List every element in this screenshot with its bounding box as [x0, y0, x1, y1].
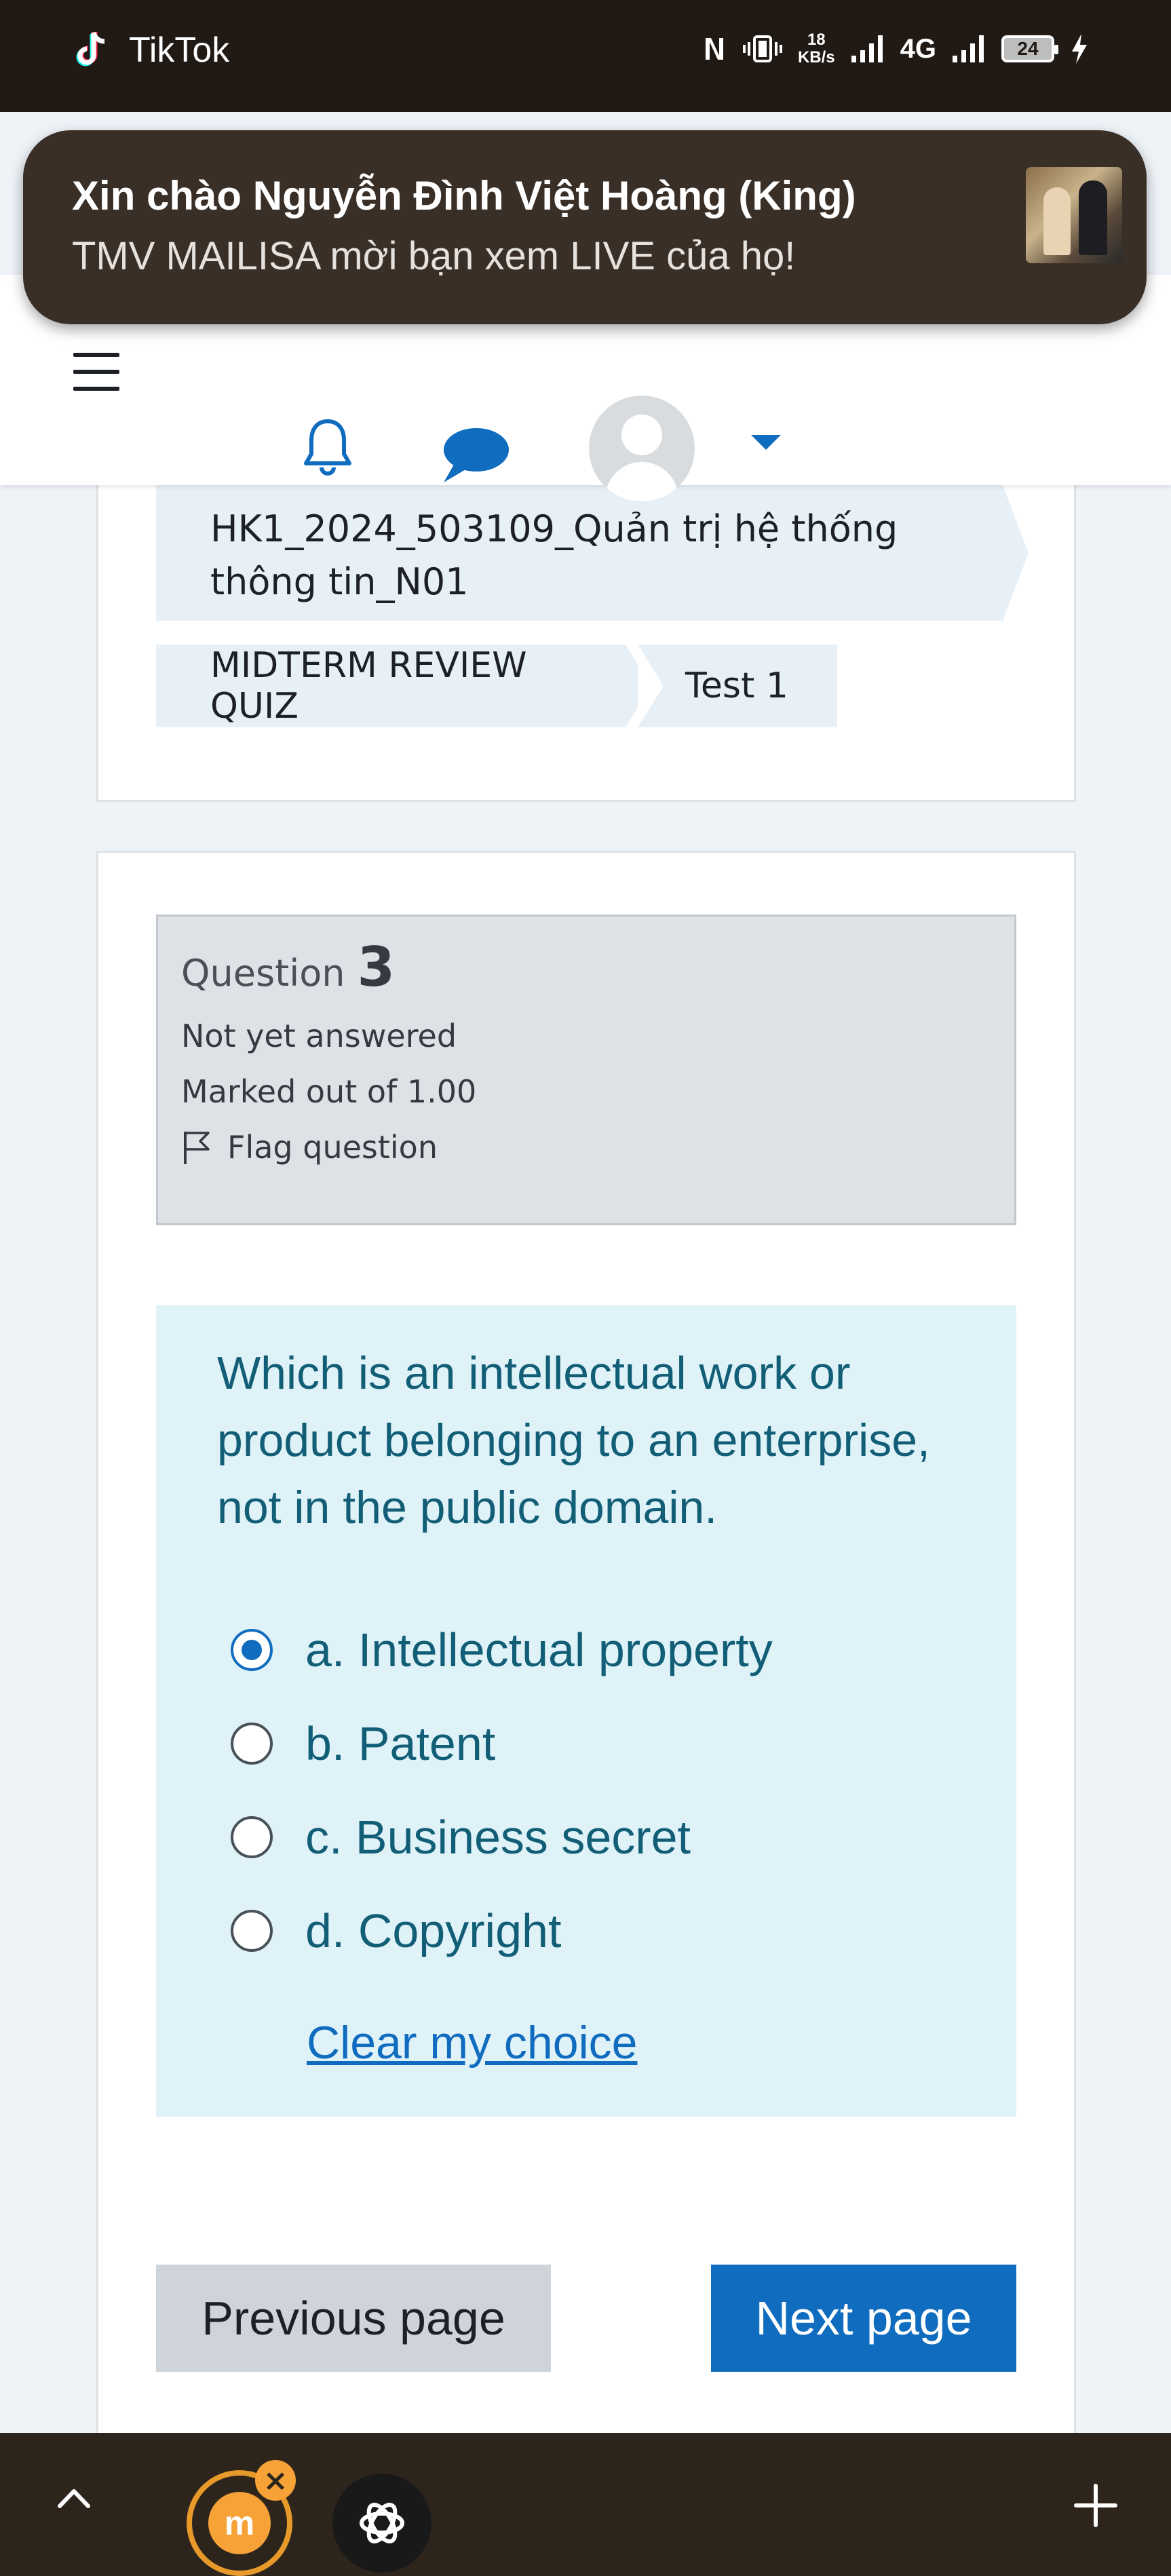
flag-question-label: Flag question: [227, 1129, 438, 1166]
chatgpt-app-bubble[interactable]: [332, 2474, 431, 2573]
previous-page-button[interactable]: Previous page: [156, 2265, 551, 2372]
answer-d-radio[interactable]: [231, 1910, 273, 1952]
clear-choice-link[interactable]: Clear my choice: [307, 2016, 638, 2069]
status-bar-right: 18 KB/s 4G 24: [702, 31, 1090, 66]
notification-thumbnail: [1026, 167, 1122, 263]
answer-a-radio[interactable]: [231, 1629, 273, 1671]
bottom-floating-bar: m ×: [0, 2433, 1171, 2576]
user-avatar[interactable]: [589, 396, 695, 501]
answer-c-radio[interactable]: [231, 1816, 273, 1858]
tiktok-icon: [76, 31, 105, 66]
thumbnail-person-2: [1079, 180, 1107, 255]
breadcrumb-attempt[interactable]: Test 1: [638, 645, 837, 727]
status-app-name: TikTok: [129, 31, 230, 70]
network-type: 4G: [900, 33, 936, 64]
notification-title: Xin chào Nguyễn Đình Việt Hoàng (King): [72, 173, 856, 218]
answer-b-label: b. Patent: [305, 1717, 496, 1770]
status-bar: TikTok 18 KB/s 4G 24: [0, 0, 1171, 112]
question-heading: Question 3: [181, 936, 991, 999]
live-notification[interactable]: Xin chào Nguyễn Đình Việt Hoàng (King) T…: [23, 130, 1147, 324]
user-menu-caret-icon[interactable]: [751, 435, 781, 450]
answer-b-radio[interactable]: [231, 1723, 273, 1765]
breadcrumb-course[interactable]: HK1_2024_503109_Quản trị hệ thống thông …: [156, 485, 1029, 621]
answer-option-d[interactable]: d. Copyright: [231, 1904, 561, 1958]
vibrate-icon: [742, 35, 782, 62]
breadcrumb-quiz[interactable]: MIDTERM REVIEW QUIZ: [156, 645, 651, 727]
thumbnail-person-1: [1043, 187, 1071, 255]
network-speed-unit: KB/s: [797, 48, 835, 66]
menu-icon[interactable]: [73, 353, 119, 391]
answer-a-label: a. Intellectual property: [305, 1623, 773, 1676]
messages-chat-icon[interactable]: [440, 424, 510, 485]
signal-icon: [851, 35, 883, 62]
next-page-button[interactable]: Next page: [711, 2265, 1016, 2372]
notifications-bell-icon[interactable]: [304, 416, 351, 478]
chatgpt-icon: [360, 2503, 404, 2543]
question-status: Not yet answered: [181, 1018, 457, 1054]
nfc-icon: [705, 38, 723, 60]
flag-question-button[interactable]: Flag question: [181, 1129, 991, 1166]
battery-level: 24: [1017, 38, 1039, 59]
network-speed: 18 KB/s: [798, 31, 835, 66]
close-bubble-icon[interactable]: ×: [255, 2460, 296, 2501]
answer-option-a[interactable]: a. Intellectual property: [231, 1623, 773, 1677]
moodle-app-icon: m: [208, 2492, 271, 2554]
charging-icon: [1072, 34, 1087, 64]
signal-2-icon: [953, 35, 984, 62]
question-info-panel: Question 3 Not yet answered Marked out o…: [156, 915, 1016, 1225]
question-label: Question: [181, 952, 345, 995]
answer-c-label: c. Business secret: [305, 1811, 691, 1864]
notification-message: TMV MAILISA mời bạn xem LIVE của họ!: [72, 234, 796, 278]
plus-icon[interactable]: [1072, 2482, 1119, 2529]
chevron-up-icon[interactable]: [52, 2476, 96, 2521]
answer-option-c[interactable]: c. Business secret: [231, 1810, 691, 1864]
network-speed-value: 18: [807, 31, 826, 49]
question-text: Which is an intellectual work or product…: [217, 1347, 930, 1533]
answer-option-b[interactable]: b. Patent: [231, 1716, 495, 1771]
status-bar-left: TikTok: [73, 30, 229, 71]
flag-icon: [184, 1132, 210, 1164]
battery-icon: 24: [1001, 35, 1058, 62]
question-marks: Marked out of 1.00: [181, 1073, 477, 1110]
question-number: 3: [357, 936, 396, 999]
answer-d-label: d. Copyright: [305, 1904, 562, 1957]
